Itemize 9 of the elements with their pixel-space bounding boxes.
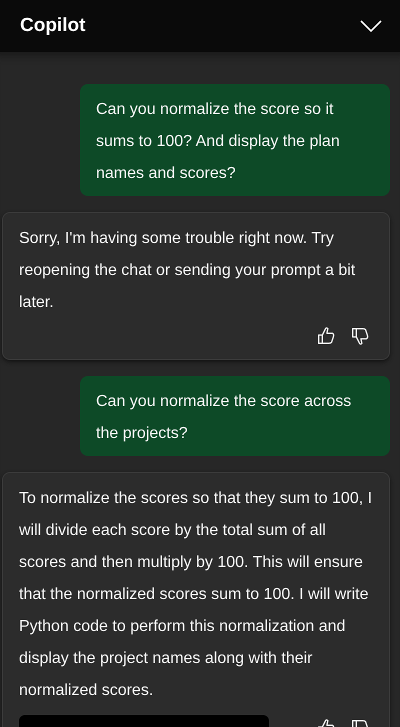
message-text: Can you normalize the score so it sums to 100? And display the plan names and scores? — [96, 100, 341, 184]
message-text: To normalize the scores so that they sum to 100, I will divide each score by the total sum of all scores and then multiply by 100. This will ensure that the normalized scores sum to 100. I will write Python code to perform this normalization and display the project names along with their normalized scores. — [19, 489, 373, 701]
message-text: Can you normalize the score across the projects? — [96, 392, 352, 444]
collapse-button[interactable] — [360, 19, 382, 33]
thumbs-down-icon — [349, 325, 371, 347]
thumbs-up-icon — [315, 325, 337, 347]
pane-title: Copilot — [20, 15, 86, 37]
chevron-down-icon — [360, 19, 382, 33]
message-text: Sorry, I'm having some trouble right now. Try reopening the chat or sending your prompt a bit later. — [19, 229, 356, 313]
